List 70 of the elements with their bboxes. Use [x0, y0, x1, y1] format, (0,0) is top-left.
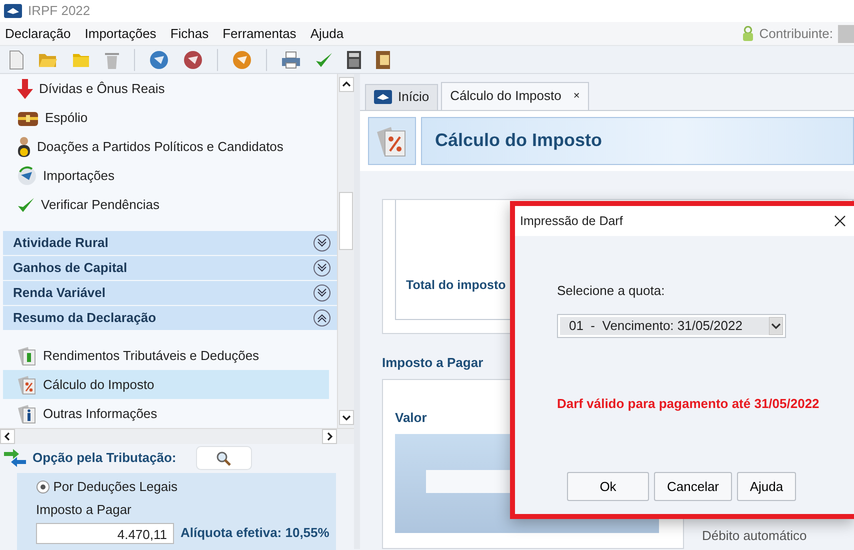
collapse-icon[interactable] [313, 309, 331, 327]
section-header[interactable]: Renda Variável [3, 281, 337, 305]
value-label: Valor [395, 409, 428, 427]
sidebar-item[interactable]: Outras Informações [3, 399, 337, 428]
money-sheet-icon [17, 346, 37, 366]
dropdown-caret-icon[interactable] [769, 316, 783, 334]
section-label: Opção pela Tributação: [32, 449, 176, 468]
section-title: Resumo da Declaração [13, 309, 156, 328]
window-title: IRPF 2022 [28, 2, 90, 20]
menu-item[interactable]: Fichas [170, 24, 209, 44]
menu-item[interactable]: Ajuda [310, 24, 344, 44]
menu-item[interactable]: Declaração [5, 24, 71, 44]
radio-label[interactable]: Por Deduções Legais [53, 477, 178, 496]
sidebar-item[interactable]: Cálculo do Imposto [3, 370, 329, 399]
section-title: Renda Variável [13, 284, 106, 302]
section-title: Imposto a Pagar [382, 354, 484, 372]
expand-icon[interactable] [313, 284, 331, 302]
tab[interactable]: Cálculo do Imposto × [441, 82, 589, 110]
section-title: Atividade Rural [13, 234, 108, 252]
checkmark-icon [17, 196, 35, 214]
app-logo-icon [4, 4, 22, 18]
calculator-icon[interactable] [347, 50, 361, 68]
warning-text: Darf válido para pagamento até 31/05/2022 [557, 394, 820, 413]
menu-item[interactable]: Ferramentas [222, 24, 296, 44]
sidebar-item[interactable]: Rendimentos Tributáveis e Deduções [3, 341, 337, 370]
menu-item[interactable]: Importações [84, 24, 156, 44]
total-label: Total do imposto [406, 278, 506, 292]
down-arrow-icon [17, 78, 33, 98]
contributor-label: Contribuinte: [759, 24, 833, 43]
checkmark-icon[interactable] [315, 50, 333, 68]
search-button[interactable] [196, 446, 252, 470]
section-header[interactable]: Atividade Rural [3, 231, 337, 255]
tab-close-button[interactable]: × [573, 88, 580, 104]
section-title: Ganhos de Capital [13, 259, 128, 278]
info-sheet-icon [17, 404, 37, 424]
user-icon [742, 26, 754, 42]
effective-rate-text: Alíquota efetiva: 10,55% [180, 524, 330, 542]
expand-icon[interactable] [313, 234, 331, 252]
sidebar-item[interactable]: Importações [43, 166, 115, 186]
tab[interactable]: Início [365, 84, 438, 110]
radio-button[interactable] [36, 480, 50, 494]
value-field[interactable]: 4.470,11 [36, 522, 174, 544]
dialog-button[interactable]: Cancelar [654, 472, 732, 501]
help-book-icon[interactable] [375, 50, 391, 70]
dialog-button[interactable]: Ajuda [737, 472, 796, 501]
sidebar-item[interactable]: Verificar Pendências [41, 194, 160, 214]
vertical-scrollbar[interactable] [337, 74, 354, 428]
scrollbar-thumb[interactable] [339, 192, 353, 250]
redacted-field [838, 24, 854, 42]
expand-icon[interactable] [313, 259, 331, 277]
prompt-label: Selecione a quota: [557, 282, 666, 300]
printer-icon[interactable] [281, 50, 301, 68]
sidebar-item[interactable]: Espólio [45, 108, 88, 128]
page-title: Cálculo do Imposto [435, 129, 602, 152]
app-logo-icon [374, 90, 392, 104]
person-money-icon [17, 136, 31, 158]
dialog-button[interactable]: Ok [567, 472, 649, 501]
dialog-title: Impressão de Darf [520, 212, 623, 230]
quota-select[interactable]: 01 - Vencimento: 31/05/2022 [557, 314, 786, 338]
search-icon [216, 450, 232, 467]
horizontal-scrollbar[interactable] [0, 428, 354, 444]
section-header[interactable]: Ganhos de Capital [3, 256, 337, 280]
sidebar-item[interactable]: Doações a Partidos Políticos e Candidatos [37, 136, 284, 156]
close-icon[interactable] [834, 215, 846, 227]
field-label: Imposto a Pagar [36, 500, 132, 519]
payment-option-label: Débito automático [702, 526, 807, 544]
swap-arrows-icon [4, 449, 26, 467]
percent-sheet-icon [17, 374, 37, 394]
sidebar-item[interactable]: Dívidas e Ônus Reais [39, 78, 165, 98]
section-header[interactable]: Resumo da Declaração [3, 306, 337, 330]
